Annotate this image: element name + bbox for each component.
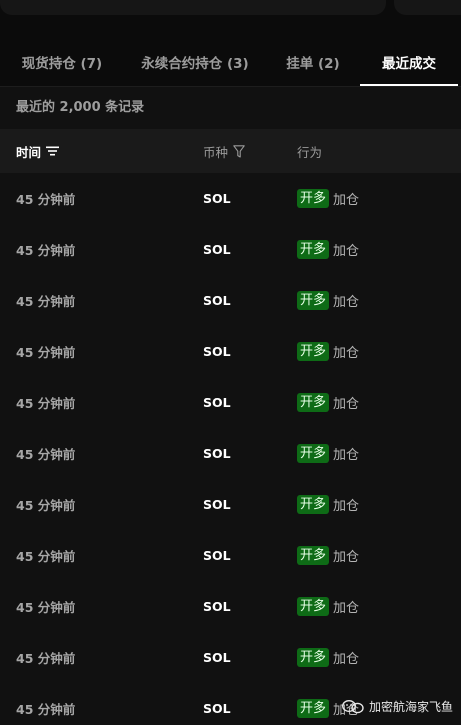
- filter-icon[interactable]: [233, 144, 245, 158]
- column-header-action-label: 行为: [297, 144, 323, 160]
- column-header-action: 行为: [297, 129, 322, 173]
- open-long-badge: 开多: [297, 393, 330, 412]
- trade-action: 开多 加仓: [297, 428, 359, 479]
- trade-coin: SOL: [203, 293, 231, 308]
- summary-card-left: [0, 0, 386, 15]
- trade-time: 45 分钟前: [16, 651, 76, 666]
- trade-coin: SOL: [203, 599, 231, 614]
- trade-action-label: 加仓: [333, 397, 360, 412]
- trade-time: 45 分钟前: [16, 447, 76, 462]
- trade-action: 开多 加仓: [297, 224, 359, 275]
- trade-action-label: 加仓: [333, 346, 360, 361]
- column-header-time-label: 时间: [16, 144, 42, 160]
- table-row[interactable]: 45 分钟前 SOL 开多 加仓: [0, 530, 461, 581]
- trade-coin: SOL: [203, 242, 231, 257]
- trade-time: 45 分钟前: [16, 396, 76, 411]
- trade-action: 开多 加仓: [297, 479, 359, 530]
- trade-time: 45 分钟前: [16, 243, 76, 258]
- trade-coin: SOL: [203, 650, 231, 665]
- trade-coin: SOL: [203, 395, 231, 410]
- sort-icon[interactable]: [46, 146, 60, 156]
- table-row[interactable]: 45 分钟前 SOL 开多 加仓: [0, 632, 461, 683]
- open-long-badge: 开多: [297, 189, 330, 208]
- trade-coin: SOL: [203, 446, 231, 461]
- trade-coin: SOL: [203, 191, 231, 206]
- trade-action-label: 加仓: [333, 295, 360, 310]
- trade-action-label: 加仓: [333, 244, 360, 259]
- trade-coin: SOL: [203, 701, 231, 716]
- table-row[interactable]: 45 分钟前 SOL 开多 加仓: [0, 581, 461, 632]
- trades-table-body: 45 分钟前 SOL 开多 加仓 45 分钟前 SOL 开多 加仓 45 分钟前…: [0, 173, 461, 725]
- records-count-label: 最近的 2,000 条记录: [16, 100, 145, 115]
- trade-action: 开多 加仓: [297, 581, 359, 632]
- table-row[interactable]: 45 分钟前 SOL 开多 加仓: [0, 428, 461, 479]
- trade-action-label: 加仓: [333, 499, 360, 514]
- trade-time: 45 分钟前: [16, 345, 76, 360]
- tab-spot-positions[interactable]: 现货持仓 (7): [0, 38, 124, 86]
- trade-coin: SOL: [203, 548, 231, 563]
- trade-action: 开多 加仓: [297, 326, 359, 377]
- open-long-badge: 开多: [297, 648, 330, 667]
- trade-action: 开多 加仓: [297, 632, 359, 683]
- trade-coin: SOL: [203, 497, 231, 512]
- trade-action: 开多 加仓: [297, 530, 359, 581]
- wechat-logo-icon: [341, 699, 364, 713]
- trade-time: 45 分钟前: [16, 702, 76, 717]
- table-row[interactable]: 45 分钟前 SOL 开多 加仓: [0, 275, 461, 326]
- trade-action-label: 加仓: [333, 550, 360, 565]
- trade-coin: SOL: [203, 344, 231, 359]
- watermark-text: 加密航海家飞鱼: [368, 700, 453, 714]
- trade-time: 45 分钟前: [16, 192, 76, 207]
- trade-time: 45 分钟前: [16, 498, 76, 513]
- open-long-badge: 开多: [297, 444, 330, 463]
- recent-trades-panel: 最近的 2,000 条记录 时间 币种 行为 45 分钟前 SOL 开多 加仓 …: [0, 86, 461, 725]
- table-row[interactable]: 45 分钟前 SOL 开多 加仓: [0, 326, 461, 377]
- open-long-badge: 开多: [297, 699, 330, 718]
- trade-action-label: 加仓: [333, 601, 360, 616]
- open-long-badge: 开多: [297, 240, 330, 259]
- open-long-badge: 开多: [297, 597, 330, 616]
- trade-time: 45 分钟前: [16, 294, 76, 309]
- trade-action: 开多 加仓: [297, 173, 359, 224]
- open-long-badge: 开多: [297, 546, 330, 565]
- table-row[interactable]: 45 分钟前 SOL 开多 加仓: [0, 173, 461, 224]
- table-row[interactable]: 45 分钟前 SOL 开多 加仓: [0, 377, 461, 428]
- column-header-coin-label: 币种: [203, 144, 229, 160]
- watermark: 加密航海家飞鱼: [341, 698, 453, 715]
- top-cards-area: [0, 0, 461, 16]
- trade-action-label: 加仓: [333, 652, 360, 667]
- trade-action: 开多 加仓: [297, 275, 359, 326]
- column-header-coin[interactable]: 币种: [203, 129, 245, 173]
- trade-time: 45 分钟前: [16, 600, 76, 615]
- table-row[interactable]: 45 分钟前 SOL 开多 加仓: [0, 224, 461, 275]
- trade-time: 45 分钟前: [16, 549, 76, 564]
- trade-action-label: 加仓: [333, 193, 360, 208]
- table-row[interactable]: 45 分钟前 SOL 开多 加仓: [0, 479, 461, 530]
- open-long-badge: 开多: [297, 495, 330, 514]
- trade-action: 开多 加仓: [297, 377, 359, 428]
- table-header: 时间 币种 行为: [0, 129, 461, 173]
- summary-card-right: [394, 0, 461, 15]
- tab-open-orders[interactable]: 挂单 (2): [266, 38, 360, 86]
- column-header-time[interactable]: 时间: [16, 129, 60, 173]
- open-long-badge: 开多: [297, 291, 330, 310]
- trade-action-label: 加仓: [333, 448, 360, 463]
- tab-recent-trades[interactable]: 最近成交: [360, 38, 458, 86]
- open-long-badge: 开多: [297, 342, 330, 361]
- tab-perp-positions[interactable]: 永续合约持仓 (3): [124, 38, 266, 86]
- position-tabs: 现货持仓 (7) 永续合约持仓 (3) 挂单 (2) 最近成交: [0, 38, 461, 86]
